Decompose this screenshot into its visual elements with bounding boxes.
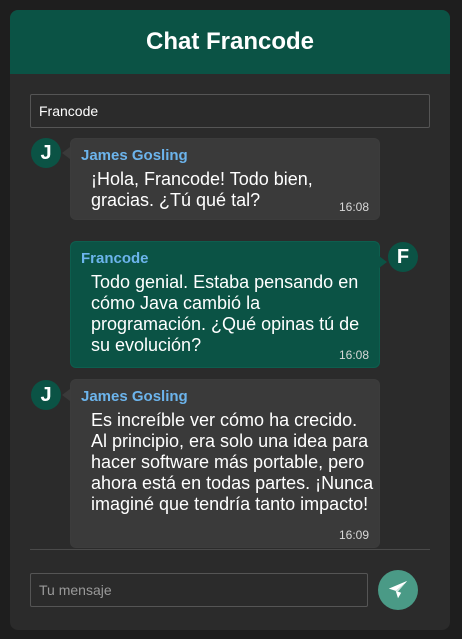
chat-window: Chat Francode J James Gosling ¡Hola, Fra… — [10, 10, 450, 630]
bubble-tail — [62, 389, 70, 401]
bubble-tail — [62, 147, 70, 159]
message-time: 16:08 — [338, 348, 369, 362]
message-sender: James Gosling — [81, 147, 188, 164]
message-time: 16:09 — [338, 528, 369, 542]
message-list[interactable]: J James Gosling ¡Hola, Francode! Todo bi… — [10, 138, 450, 548]
message-text: Todo genial. Estaba pensando en cómo Jav… — [91, 272, 360, 355]
send-button[interactable] — [378, 570, 418, 610]
message-bubble: James Gosling Es increíble ver cómo ha c… — [70, 379, 380, 548]
message-text: Es increíble ver cómo ha crecido. Al pri… — [91, 410, 374, 514]
avatar: J — [31, 380, 61, 410]
chat-title: Chat Francode — [145, 28, 315, 55]
paper-plane-icon — [388, 580, 408, 599]
message-time: 16:08 — [338, 200, 369, 214]
username-input[interactable] — [30, 94, 430, 128]
message-bubble: Francode Todo genial. Estaba pensando en… — [70, 241, 380, 368]
chat-header: Chat Francode — [10, 10, 450, 74]
composer-divider — [30, 549, 430, 550]
message-text: ¡Hola, Francode! Todo bien, gracias. ¿Tú… — [91, 169, 313, 210]
message-bubble: James Gosling ¡Hola, Francode! Todo bien… — [70, 138, 380, 220]
bubble-tail — [379, 256, 387, 268]
message-input[interactable] — [30, 573, 368, 607]
avatar: J — [31, 138, 61, 168]
message-sender: Francode — [81, 250, 149, 267]
message-sender: James Gosling — [81, 388, 188, 405]
avatar: F — [388, 242, 418, 272]
